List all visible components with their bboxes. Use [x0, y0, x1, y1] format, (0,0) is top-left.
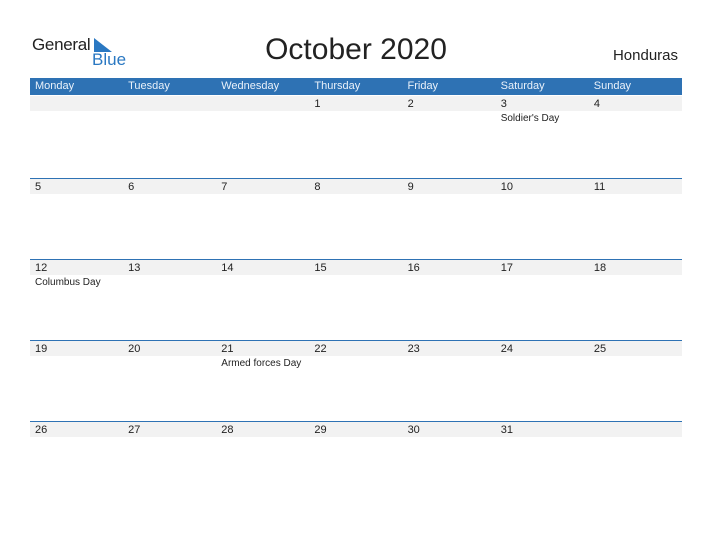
day-number: 31 — [500, 424, 513, 436]
weekday-monday: Monday — [35, 80, 75, 92]
week-row: 5 6 7 8 9 10 11 — [30, 178, 682, 260]
page-title: October 2020 — [265, 33, 447, 66]
day-number: 14 — [221, 262, 234, 274]
day-cell: 25 — [589, 341, 682, 422]
day-number: 18 — [593, 262, 607, 274]
day-cell: 16 — [403, 260, 496, 341]
day-cell: 26 — [30, 422, 123, 503]
day-cell — [589, 422, 682, 503]
day-number: 13 — [128, 262, 141, 274]
day-cell: 31 — [496, 422, 589, 503]
day-number: 25 — [593, 343, 607, 355]
day-number: 21 — [221, 343, 234, 355]
weekday-tuesday: Tuesday — [128, 80, 170, 92]
day-number: 22 — [314, 343, 327, 355]
day-cell: 27 — [123, 422, 216, 503]
holiday-label: Soldier's Day — [500, 113, 560, 124]
weekday-saturday: Saturday — [500, 80, 545, 92]
day-cell: 15 — [309, 260, 402, 341]
day-number: 30 — [407, 424, 420, 436]
country-label: Honduras — [612, 47, 678, 64]
day-number: 8 — [314, 181, 321, 193]
day-cell: 29 — [309, 422, 402, 503]
week-row: 12 Columbus Day 13 14 15 16 17 18 — [30, 259, 682, 341]
holiday-label: Armed forces Day — [221, 358, 302, 369]
day-cell: 3 Soldier's Day — [496, 96, 589, 177]
day-cell: 23 — [403, 341, 496, 422]
weekday-header: Monday Tuesday Wednesday Thursday Friday… — [30, 78, 682, 95]
day-cell: 10 — [496, 179, 589, 260]
day-number: 27 — [128, 424, 141, 436]
day-cell: 22 — [309, 341, 402, 422]
day-number: 3 — [500, 98, 507, 110]
day-cell: 13 — [123, 260, 216, 341]
day-number: 19 — [35, 343, 48, 355]
day-number: 26 — [35, 424, 48, 436]
day-cell: 28 — [216, 422, 309, 503]
day-number: 16 — [407, 262, 420, 274]
day-cell: 4 — [589, 96, 682, 177]
day-cell: 5 — [30, 179, 123, 260]
day-number: 15 — [314, 262, 327, 274]
day-number: 1 — [314, 98, 321, 110]
day-cell: 14 — [216, 260, 309, 341]
day-number: 7 — [221, 181, 228, 193]
weekday-thursday: Thursday — [314, 80, 361, 92]
day-number: 2 — [407, 98, 414, 110]
day-number: 9 — [407, 181, 414, 193]
day-cell: 11 — [589, 179, 682, 260]
day-number: 11 — [593, 181, 606, 193]
day-cell: 8 — [309, 179, 402, 260]
day-number: 10 — [500, 181, 513, 193]
day-number: 24 — [500, 343, 513, 355]
day-cell: 12 Columbus Day — [30, 260, 123, 341]
day-cell: 1 — [309, 96, 402, 177]
day-number: 23 — [407, 343, 420, 355]
holiday-label: Columbus Day — [35, 277, 101, 288]
day-cell — [123, 96, 216, 177]
day-number: 29 — [314, 424, 327, 436]
day-cell: 20 — [123, 341, 216, 422]
day-number: 4 — [593, 98, 600, 110]
day-cell: 9 — [403, 179, 496, 260]
day-cell: 18 — [589, 260, 682, 341]
weekday-friday: Friday — [407, 80, 439, 92]
day-number: 28 — [221, 424, 234, 436]
day-cell: 24 — [496, 341, 589, 422]
weekday-wednesday: Wednesday — [221, 80, 280, 92]
day-cell: 7 — [216, 179, 309, 260]
day-cell: 30 — [403, 422, 496, 503]
day-number: 5 — [35, 181, 42, 193]
day-cell: 6 — [123, 179, 216, 260]
day-number: 17 — [500, 262, 513, 274]
week-row: 26 27 28 29 30 31 — [30, 421, 682, 503]
week-row: 1 2 3 Soldier's Day 4 — [30, 96, 682, 177]
day-cell: 2 — [403, 96, 496, 177]
day-cell: 21 Armed forces Day — [216, 341, 309, 422]
weekday-sunday: Sunday — [593, 80, 632, 92]
day-cell: 17 — [496, 260, 589, 341]
day-number: 12 — [35, 262, 48, 274]
week-row: 19 20 21 Armed forces Day 22 23 24 25 — [30, 340, 682, 422]
day-cell — [30, 96, 123, 177]
day-cell — [216, 96, 309, 177]
day-number: 6 — [128, 181, 135, 193]
day-number: 20 — [128, 343, 141, 355]
day-cell: 19 — [30, 341, 123, 422]
